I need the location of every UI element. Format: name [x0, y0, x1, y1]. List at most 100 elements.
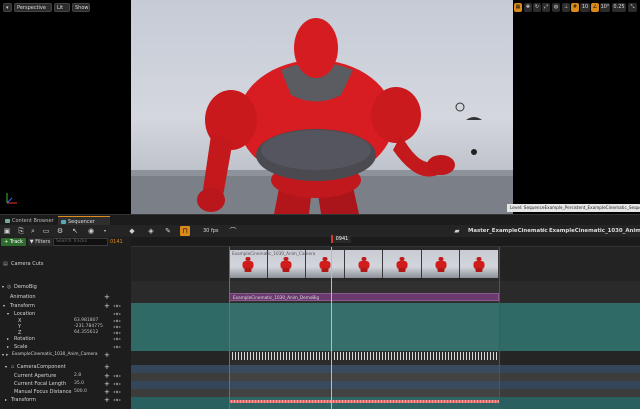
- track-manual-focus-distance[interactable]: Manual Focus Distance 500.0 + ◂◆▸: [0, 388, 131, 397]
- viewport-menu-icon[interactable]: ▾: [3, 3, 12, 12]
- realtime-toggle-icon[interactable]: ▦: [514, 3, 522, 12]
- level-viewport[interactable]: ▾ Perspective Lit Show ▦ ✥ ↻ ⤢ ◍ ⊥ # 10 …: [0, 0, 640, 214]
- track-rotation[interactable]: ▸ Rotation ◂◆▸: [0, 336, 131, 344]
- add-track-button[interactable]: + Track: [1, 238, 26, 246]
- auto-key-icon[interactable]: ◆: [127, 226, 137, 236]
- current-frame-field[interactable]: 0141: [110, 238, 123, 246]
- rotate-icon[interactable]: ↻: [533, 3, 541, 12]
- lit-button[interactable]: Lit: [54, 3, 70, 12]
- track-demobig[interactable]: ▾ ◎ DemoBig: [0, 284, 131, 292]
- key-navigation-icon[interactable]: ◂◆▸: [113, 373, 122, 378]
- key-navigation-icon[interactable]: ◂◆▸: [113, 318, 122, 323]
- playback-options-icon[interactable]: ◈: [146, 226, 156, 236]
- rotation-snap-icon[interactable]: ∠: [591, 3, 599, 12]
- expand-arrow-icon[interactable]: ▾: [2, 284, 4, 289]
- show-button[interactable]: Show: [72, 3, 90, 12]
- location-x-value[interactable]: 63.981807: [74, 318, 98, 323]
- surface-snap-icon[interactable]: ⊥: [562, 3, 570, 12]
- key-navigation-icon[interactable]: ◂◆▸: [113, 303, 122, 308]
- collapse-arrow-icon[interactable]: ▸: [7, 336, 9, 341]
- track-animation[interactable]: Animation +: [0, 293, 131, 302]
- filters-button[interactable]: ▼ Filters: [28, 238, 52, 246]
- track-current-aperture[interactable]: Current Aperture 2.8 + ◂◆▸: [0, 372, 131, 381]
- location-z-value[interactable]: 64.355612: [74, 330, 98, 335]
- playhead-line[interactable]: [331, 247, 332, 409]
- render-movie-icon[interactable]: ▭: [41, 226, 51, 236]
- current-level-label: Level: SequenceExample_Persistent_Exampl…: [507, 204, 640, 212]
- settings-gear-icon[interactable]: ⚙: [55, 226, 65, 236]
- add-key-icon[interactable]: +: [104, 380, 110, 388]
- timeline-area[interactable]: ExampleCinematic_1030_Anim_Camera Exampl…: [131, 247, 640, 409]
- animation-clip-section[interactable]: ExampleCinematic_1030_Anim_DemoBig: [229, 293, 499, 301]
- track-transform[interactable]: ▾ Transform + ◂◆▸: [0, 302, 131, 311]
- translate-icon[interactable]: ✥: [524, 3, 532, 12]
- scale-icon[interactable]: ⤢: [542, 3, 550, 12]
- key-navigation-icon[interactable]: ◂◆▸: [113, 311, 122, 316]
- key-navigation-icon[interactable]: ◂◆▸: [113, 381, 122, 386]
- breadcrumb-master-sequence[interactable]: Master_ExampleCinematic: [468, 226, 548, 236]
- track-camera-actor[interactable]: ▾ ▸ ExampleCinematic_1030_Anim_Camera +: [0, 351, 131, 362]
- expand-arrow-icon[interactable]: ▾: [3, 303, 5, 308]
- playback-end-marker[interactable]: [499, 247, 500, 409]
- sequencer-icon: [61, 220, 66, 224]
- view-options-chevron-icon[interactable]: ▾: [100, 226, 110, 236]
- viewport-scene[interactable]: [131, 0, 513, 214]
- focus-distance-value[interactable]: 500.0: [74, 389, 87, 394]
- camera-speed-value[interactable]: 0.25: [612, 3, 626, 12]
- aperture-value[interactable]: 2.8: [74, 373, 81, 378]
- breadcrumb-shot-sequence[interactable]: ExampleCinematic_1030_Anim: [549, 226, 640, 236]
- key-navigation-icon[interactable]: ◂◆▸: [113, 389, 122, 394]
- key-navigation-icon[interactable]: ◂◆▸: [113, 397, 122, 402]
- add-camera-track-icon[interactable]: +: [104, 351, 110, 359]
- track-camera-component[interactable]: ▾ ▫ CameraComponent +: [0, 363, 131, 372]
- show-label: Show: [75, 5, 89, 11]
- timeline-ruler[interactable]: [131, 237, 640, 252]
- grid-snap-value[interactable]: 10: [580, 3, 590, 12]
- perspective-button[interactable]: Perspective: [14, 3, 52, 12]
- key-tool-icon[interactable]: ↖: [70, 226, 80, 236]
- playhead-frame-label[interactable]: 0941: [331, 235, 351, 243]
- find-in-browser-icon[interactable]: ⌕: [28, 226, 38, 236]
- frame-rate-selector[interactable]: 30 fps: [203, 227, 219, 235]
- add-key-icon[interactable]: +: [104, 388, 110, 396]
- transform-keyframes[interactable]: [229, 400, 499, 403]
- camera-keyframes[interactable]: [229, 352, 499, 360]
- curve-editor-icon[interactable]: ✎: [163, 226, 173, 236]
- key-navigation-icon[interactable]: ◂◆▸: [113, 344, 122, 349]
- playback-start-marker[interactable]: [229, 247, 230, 409]
- save-icon[interactable]: ▣: [2, 226, 12, 236]
- add-animation-icon[interactable]: +: [104, 293, 110, 301]
- world-space-icon[interactable]: ◍: [552, 3, 560, 12]
- expand-arrow-icon[interactable]: ▾: [5, 364, 7, 369]
- curve-tangent-icon[interactable]: ⌒: [228, 226, 238, 236]
- maximize-viewport-icon[interactable]: ⤡: [628, 3, 637, 12]
- track-filter-bar: + Track ▼ Filters Search Tracks 0141: [0, 237, 131, 247]
- key-navigation-icon[interactable]: ◂◆▸: [113, 330, 122, 335]
- lit-label: Lit: [57, 5, 64, 11]
- track-label: Current Aperture: [14, 373, 57, 379]
- focal-length-value[interactable]: 35.0: [74, 381, 84, 386]
- add-key-icon[interactable]: +: [104, 396, 110, 404]
- track-scale[interactable]: ▸ Scale ◂◆▸: [0, 344, 131, 352]
- add-key-icon[interactable]: +: [104, 372, 110, 380]
- key-navigation-icon[interactable]: ◂◆▸: [113, 324, 122, 329]
- actor-icon: ◎: [7, 284, 12, 290]
- rotation-snap-value[interactable]: 10°: [600, 3, 610, 12]
- save-as-icon[interactable]: ⎘: [16, 226, 26, 236]
- track-camera-cuts[interactable]: ▤ Camera Cuts: [0, 261, 131, 271]
- expand-arrow-icon[interactable]: ▾: [2, 352, 4, 357]
- snap-magnet-icon[interactable]: ⊓: [180, 226, 190, 236]
- expand-arrow-icon[interactable]: ▾: [7, 311, 9, 316]
- track-current-focal-length[interactable]: Current Focal Length 35.0 + ◂◆▸: [0, 380, 131, 389]
- add-key-icon[interactable]: +: [104, 302, 110, 310]
- view-options-icon[interactable]: ◉: [86, 226, 96, 236]
- track-camera-transform[interactable]: ▸ Transform + ◂◆▸: [0, 396, 131, 405]
- track-search-input[interactable]: Search Tracks: [53, 238, 108, 246]
- tab-content-browser-label: Content Browser: [12, 218, 54, 224]
- add-component-track-icon[interactable]: +: [104, 363, 110, 371]
- grid-snap-icon[interactable]: #: [571, 3, 579, 12]
- collapse-arrow-icon[interactable]: ▸: [5, 397, 7, 402]
- key-navigation-icon[interactable]: ◂◆▸: [113, 336, 122, 341]
- location-y-value[interactable]: -231.784775: [74, 324, 103, 329]
- collapse-arrow-icon[interactable]: ▸: [7, 344, 9, 349]
